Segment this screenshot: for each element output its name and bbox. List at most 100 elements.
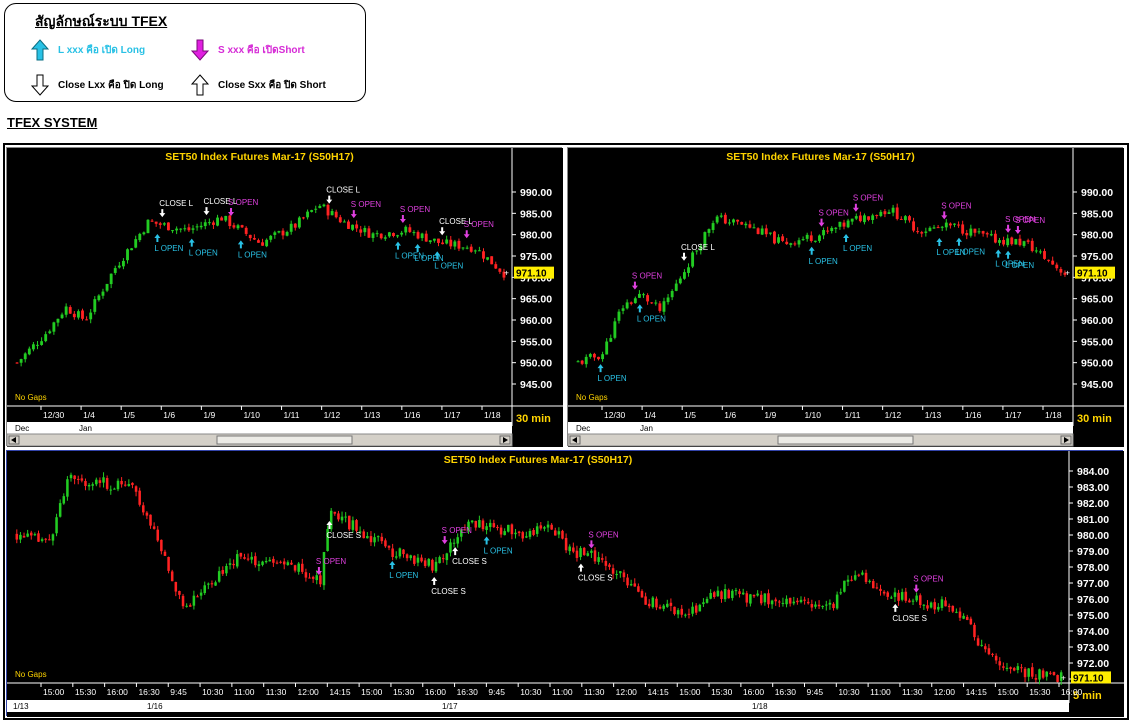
signal-label: L OPEN xyxy=(637,314,666,323)
candle-body xyxy=(400,232,404,235)
candlestick-chart-svg[interactable]: SET50 Index Futures Mar-17 (S50H17) 990.0… xyxy=(568,148,1124,447)
scrollbar-thumb[interactable] xyxy=(777,435,914,445)
candle-body xyxy=(617,311,621,321)
candle-body xyxy=(76,478,80,480)
chart-panel-5min[interactable]: SET50 Index Futures Mar-17 (S50H17) 984.0… xyxy=(6,450,1124,717)
signal-label: L OPEN xyxy=(484,546,513,555)
last-price-label: 971.10 xyxy=(516,269,547,280)
x-tick-label: 1/18 xyxy=(484,410,501,420)
candle-body xyxy=(510,524,514,535)
candle-body xyxy=(962,615,965,619)
candle-body xyxy=(297,217,301,228)
candle-body xyxy=(15,362,19,364)
last-price-label: 971.10 xyxy=(1077,269,1108,280)
candle-body xyxy=(650,302,654,304)
chart-panel-30min-right[interactable]: SET50 Index Futures Mar-17 (S50H17) 990.0… xyxy=(567,147,1124,447)
candle-body xyxy=(843,580,846,592)
candle-body xyxy=(145,512,149,516)
candle-body xyxy=(654,302,658,304)
candle-body xyxy=(608,564,611,567)
candlestick-chart-svg[interactable]: SET50 Index Futures Mar-17 (S50H17) 990.0… xyxy=(7,148,563,447)
candle-body xyxy=(15,533,19,540)
candle-body xyxy=(911,600,915,602)
candle-body xyxy=(58,503,62,517)
candle-body xyxy=(261,561,264,565)
candle-body xyxy=(342,221,346,223)
candle-body xyxy=(705,598,709,603)
candle-body xyxy=(76,311,80,318)
candle-body xyxy=(629,302,633,304)
candle-body xyxy=(1051,260,1055,265)
candle-body xyxy=(637,586,640,592)
candle-body xyxy=(568,546,571,552)
candle-body xyxy=(496,526,499,529)
timeframe-label: 30 min xyxy=(516,413,551,425)
candle-body xyxy=(797,240,801,245)
legend-item-close-short: Close Sxx คือ ปิด Short xyxy=(191,74,326,96)
date-label: 1/16 xyxy=(147,702,163,711)
candle-body xyxy=(109,489,113,491)
y-tick-label: 977.00 xyxy=(1077,578,1109,590)
candle-body xyxy=(318,205,322,209)
date-label: 1/17 xyxy=(442,702,458,711)
candle-body xyxy=(647,603,651,607)
x-tick-label: 15:00 xyxy=(997,687,1019,697)
horizontal-scrollbar[interactable] xyxy=(7,433,513,447)
y-tick-label: 975.00 xyxy=(1077,610,1109,622)
candle-body xyxy=(557,531,561,535)
candle-body xyxy=(131,482,134,486)
y-tick-label: 960.00 xyxy=(1081,315,1113,327)
month-label: Jan xyxy=(79,424,92,433)
candle-body xyxy=(588,354,592,357)
x-tick-label: 1/6 xyxy=(724,410,736,420)
x-tick-label: 1/12 xyxy=(324,410,341,420)
candle-body xyxy=(1026,240,1030,242)
candle-body xyxy=(80,478,84,481)
candle-body xyxy=(1047,259,1051,261)
candle-body xyxy=(955,611,958,613)
month-label: Dec xyxy=(15,424,29,433)
candle-body xyxy=(642,294,645,296)
candle-body xyxy=(225,565,228,574)
candle-body xyxy=(351,520,355,530)
candle-body xyxy=(1056,675,1059,682)
x-tick-label: 12:00 xyxy=(934,687,956,697)
candle-body xyxy=(170,571,174,582)
no-gaps-label: No Gaps xyxy=(15,393,47,402)
chart-panel-30min-left[interactable]: SET50 Index Futures Mar-17 (S50H17) 990.0… xyxy=(6,147,563,447)
signal-label: CLOSE S xyxy=(452,557,487,566)
candle-body xyxy=(149,514,152,526)
candle-body xyxy=(991,653,994,655)
candle-body xyxy=(839,592,843,594)
candlestick-chart-svg[interactable]: SET50 Index Futures Mar-17 (S50H17) 984.0… xyxy=(7,451,1124,717)
x-tick-label: 1/10 xyxy=(243,410,260,420)
signal-label: CLOSE S xyxy=(892,614,927,623)
candle-body xyxy=(857,574,861,576)
candle-body xyxy=(48,331,52,334)
y-tick-label: 979.00 xyxy=(1077,546,1109,558)
candle-body xyxy=(969,618,973,625)
candle-body xyxy=(146,219,150,234)
candle-body xyxy=(482,251,485,259)
x-tick-label: 12:00 xyxy=(298,687,320,697)
candle-body xyxy=(445,553,449,561)
candle-body xyxy=(311,576,315,579)
candle-body xyxy=(759,594,763,604)
x-tick-label: 14:15 xyxy=(966,687,988,697)
candle-body xyxy=(864,572,868,582)
candle-body xyxy=(142,505,145,513)
candle-body xyxy=(1038,251,1042,253)
candle-body xyxy=(1018,238,1022,246)
candle-body xyxy=(95,479,98,485)
candle-body xyxy=(40,341,44,345)
horizontal-scrollbar[interactable] xyxy=(568,433,1074,447)
candle-body xyxy=(81,310,84,319)
candle-body xyxy=(1020,667,1023,669)
candle-body xyxy=(330,211,334,216)
candle-body xyxy=(781,602,785,604)
scrollbar-thumb[interactable] xyxy=(216,435,353,445)
candle-body xyxy=(413,555,416,564)
candle-body xyxy=(232,225,236,228)
candle-body xyxy=(741,592,745,595)
chart-title: SET50 Index Futures Mar-17 (S50H17) xyxy=(165,151,353,163)
